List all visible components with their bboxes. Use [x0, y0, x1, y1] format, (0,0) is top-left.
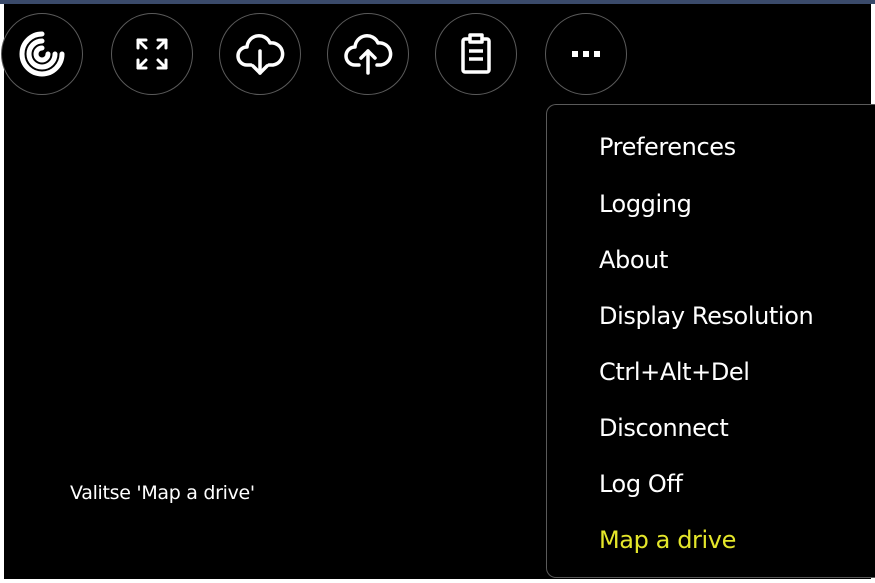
cloud-download-icon: [235, 29, 285, 79]
menu-item-logging[interactable]: Logging: [599, 184, 692, 224]
screen: Valitse 'Map a drive' Preferences Loggin…: [0, 0, 875, 583]
fullscreen-button[interactable]: [111, 13, 193, 95]
more-options-menu: Preferences Logging About Display Resolu…: [546, 104, 875, 578]
citrix-logo-icon: [15, 27, 69, 81]
citrix-logo-button[interactable]: [1, 13, 83, 95]
clipboard-button[interactable]: [435, 13, 517, 95]
menu-item-preferences[interactable]: Preferences: [599, 127, 736, 167]
menu-item-log-off[interactable]: Log Off: [599, 464, 683, 504]
cloud-upload-icon: [343, 29, 393, 79]
menu-item-ctrl-alt-del[interactable]: Ctrl+Alt+Del: [599, 352, 750, 392]
menu-item-display-resolution[interactable]: Display Resolution: [599, 296, 814, 336]
more-options-icon: [571, 49, 601, 59]
clipboard-icon: [456, 32, 496, 76]
instruction-text: Valitse 'Map a drive': [70, 482, 255, 504]
menu-item-disconnect[interactable]: Disconnect: [599, 408, 729, 448]
more-options-button[interactable]: [545, 13, 627, 95]
menu-item-map-a-drive[interactable]: Map a drive: [599, 520, 736, 560]
fullscreen-icon: [132, 34, 172, 74]
upload-button[interactable]: [327, 13, 409, 95]
download-button[interactable]: [219, 13, 301, 95]
menu-item-about[interactable]: About: [599, 240, 668, 280]
